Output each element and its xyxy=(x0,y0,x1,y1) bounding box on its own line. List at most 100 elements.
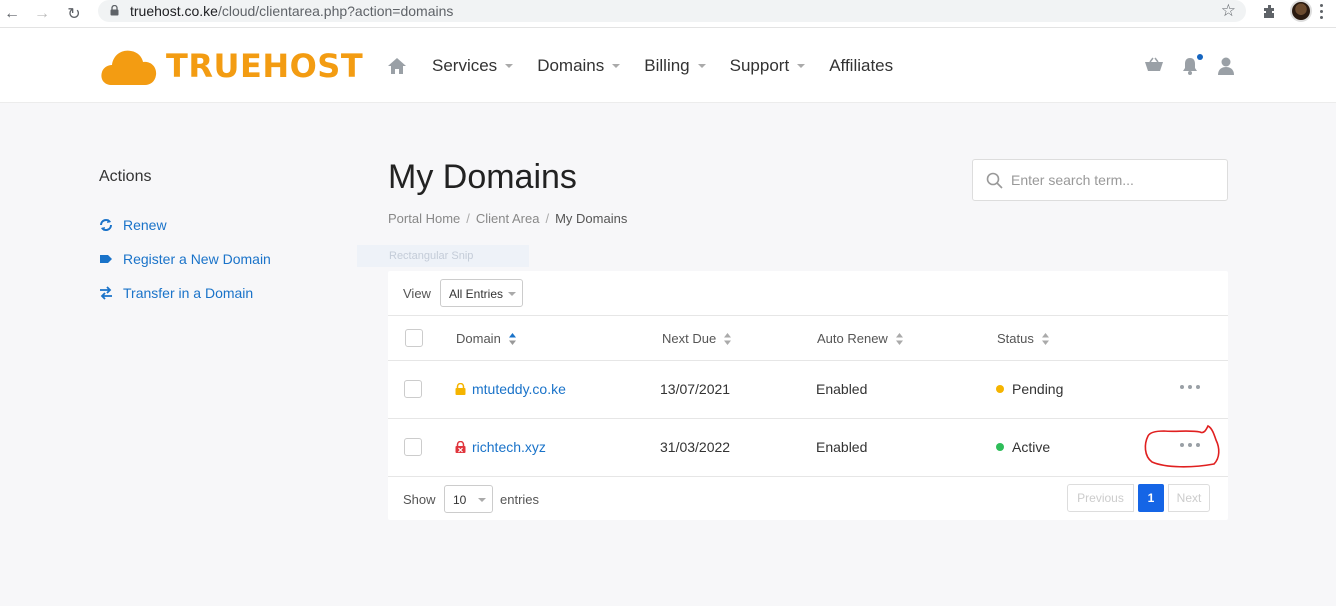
column-header-label: Domain xyxy=(456,331,501,346)
table-footer: Show 10 entries Previous 1 Next xyxy=(388,477,1228,520)
next-due-cell: 31/03/2022 xyxy=(660,439,731,455)
previous-page-button[interactable]: Previous xyxy=(1067,484,1134,512)
more-options-icon[interactable] xyxy=(1180,443,1200,449)
status-label: Active xyxy=(1012,439,1051,455)
breadcrumb-client-area[interactable]: Client Area xyxy=(476,211,540,226)
table-row[interactable]: richtech.xyz 31/03/2022 Enabled Active xyxy=(388,419,1228,477)
nav-domains[interactable]: Domains xyxy=(537,55,621,77)
back-icon[interactable]: ← xyxy=(0,2,24,26)
renew-icon xyxy=(100,219,112,231)
sidebar-item-renew[interactable]: Renew xyxy=(99,208,339,242)
extensions-icon[interactable] xyxy=(1262,4,1278,20)
breadcrumb-current: My Domains xyxy=(555,211,628,226)
sort-active-icon xyxy=(508,332,516,345)
sort-icon xyxy=(895,332,903,345)
truehost-logo[interactable]: TRUEHOST xyxy=(100,44,363,88)
unlocked-icon xyxy=(455,441,466,453)
column-header-label: Status xyxy=(997,331,1034,346)
domains-table-card: View All Entries Domain Next Due Auto Re… xyxy=(388,271,1228,520)
auto-renew-cell: Enabled xyxy=(816,439,868,455)
bookmark-star-icon[interactable]: ☆ xyxy=(1221,1,1236,21)
site-header: TRUEHOST Services Domains Billing Suppor… xyxy=(0,28,1336,103)
user-icon[interactable] xyxy=(1216,56,1236,76)
chevron-down-icon xyxy=(508,292,516,296)
url-host: truehost.co.ke xyxy=(130,3,218,19)
url-path: /cloud/clientarea.php?action=domains xyxy=(217,3,454,19)
auto-renew-cell: Enabled xyxy=(816,381,868,397)
table-row[interactable]: mtuteddy.co.ke 13/07/2021 Enabled Pendin… xyxy=(388,361,1228,419)
page-title: My Domains xyxy=(388,158,577,196)
next-due-cell: 13/07/2021 xyxy=(660,381,731,397)
lock-icon xyxy=(455,383,466,395)
chrome-menu-icon[interactable] xyxy=(1320,4,1324,20)
status-dot-pending xyxy=(996,385,1004,393)
address-bar[interactable]: truehost.co.ke/cloud/clientarea.php?acti… xyxy=(98,0,1246,22)
row-checkbox[interactable] xyxy=(404,380,422,398)
column-header-domain[interactable]: Domain xyxy=(456,331,516,346)
domain-cell: richtech.xyz xyxy=(455,439,546,455)
nav-billing[interactable]: Billing xyxy=(644,55,706,77)
transfer-icon xyxy=(100,286,112,300)
url-text: truehost.co.ke/cloud/clientarea.php?acti… xyxy=(130,3,453,19)
page-length-select[interactable]: 10 xyxy=(444,485,493,513)
sidebar-title: Actions xyxy=(99,168,152,185)
table-header: Domain Next Due Auto Renew Status xyxy=(388,316,1228,361)
nav-affiliates[interactable]: Affiliates xyxy=(829,55,893,77)
breadcrumb-separator: / xyxy=(545,211,550,226)
sort-icon xyxy=(724,332,732,345)
sidebar-item-label: Renew xyxy=(123,217,167,233)
column-header-auto-renew[interactable]: Auto Renew xyxy=(817,331,903,346)
select-all-checkbox[interactable] xyxy=(405,329,423,347)
forward-icon[interactable]: → xyxy=(30,2,54,26)
nav-affiliates-label: Affiliates xyxy=(829,56,894,75)
table-toolbar: View All Entries xyxy=(388,271,1228,316)
row-checkbox[interactable] xyxy=(404,438,422,456)
show-label: Show xyxy=(403,492,436,507)
chevron-down-icon xyxy=(612,64,621,68)
domain-link[interactable]: mtuteddy.co.ke xyxy=(472,381,566,397)
status-label: Pending xyxy=(1012,381,1064,397)
sidebar-item-transfer[interactable]: Transfer in a Domain xyxy=(99,276,339,310)
tag-icon xyxy=(100,255,112,263)
profile-avatar[interactable] xyxy=(1290,0,1312,22)
breadcrumb-portal-home[interactable]: Portal Home xyxy=(388,211,460,226)
status-dot-active xyxy=(996,443,1004,451)
sidebar-item-label: Transfer in a Domain xyxy=(123,285,254,301)
entries-label: entries xyxy=(500,492,540,507)
search-icon xyxy=(986,172,1003,189)
column-header-next-due[interactable]: Next Due xyxy=(662,331,732,346)
notification-dot xyxy=(1197,54,1203,60)
breadcrumb-separator: / xyxy=(466,211,470,226)
domain-link[interactable]: richtech.xyz xyxy=(472,439,546,455)
chevron-down-icon xyxy=(797,64,806,68)
nav-billing-label: Billing xyxy=(644,56,690,75)
sidebar-actions: Actions Renew Register a New Domain Tran… xyxy=(99,168,339,310)
page-1-button[interactable]: 1 xyxy=(1138,484,1164,512)
page-length-value: 10 xyxy=(453,493,467,507)
chevron-down-icon xyxy=(697,64,706,68)
breadcrumb: Portal Home / Client Area / My Domains xyxy=(388,211,627,226)
reload-icon[interactable]: ↻ xyxy=(62,2,86,26)
pagination: Previous 1 Next xyxy=(1067,484,1210,512)
nav-services-label: Services xyxy=(432,56,498,75)
nav-services[interactable]: Services xyxy=(432,55,514,77)
sidebar-item-label: Register a New Domain xyxy=(123,251,271,267)
cart-icon[interactable] xyxy=(1144,56,1164,76)
status-cell: Pending xyxy=(996,381,1063,397)
lock-icon xyxy=(110,5,119,16)
cloud-logo-icon xyxy=(101,50,157,85)
search-box[interactable] xyxy=(972,159,1228,201)
more-options-icon[interactable] xyxy=(1180,385,1200,391)
nav-support-label: Support xyxy=(729,56,790,75)
view-filter-value: All Entries xyxy=(449,287,504,301)
chevron-down-icon xyxy=(505,64,514,68)
browser-toolbar: ← → ↻ truehost.co.ke/cloud/clientarea.ph… xyxy=(0,0,1336,28)
sidebar-item-register[interactable]: Register a New Domain xyxy=(99,242,339,276)
column-header-status[interactable]: Status xyxy=(997,331,1049,346)
view-filter-select[interactable]: All Entries xyxy=(440,279,523,307)
home-icon[interactable] xyxy=(387,57,407,75)
nav-support[interactable]: Support xyxy=(730,55,806,77)
view-label: View xyxy=(403,286,431,301)
next-page-button[interactable]: Next xyxy=(1168,484,1210,512)
search-input[interactable] xyxy=(1011,170,1211,190)
